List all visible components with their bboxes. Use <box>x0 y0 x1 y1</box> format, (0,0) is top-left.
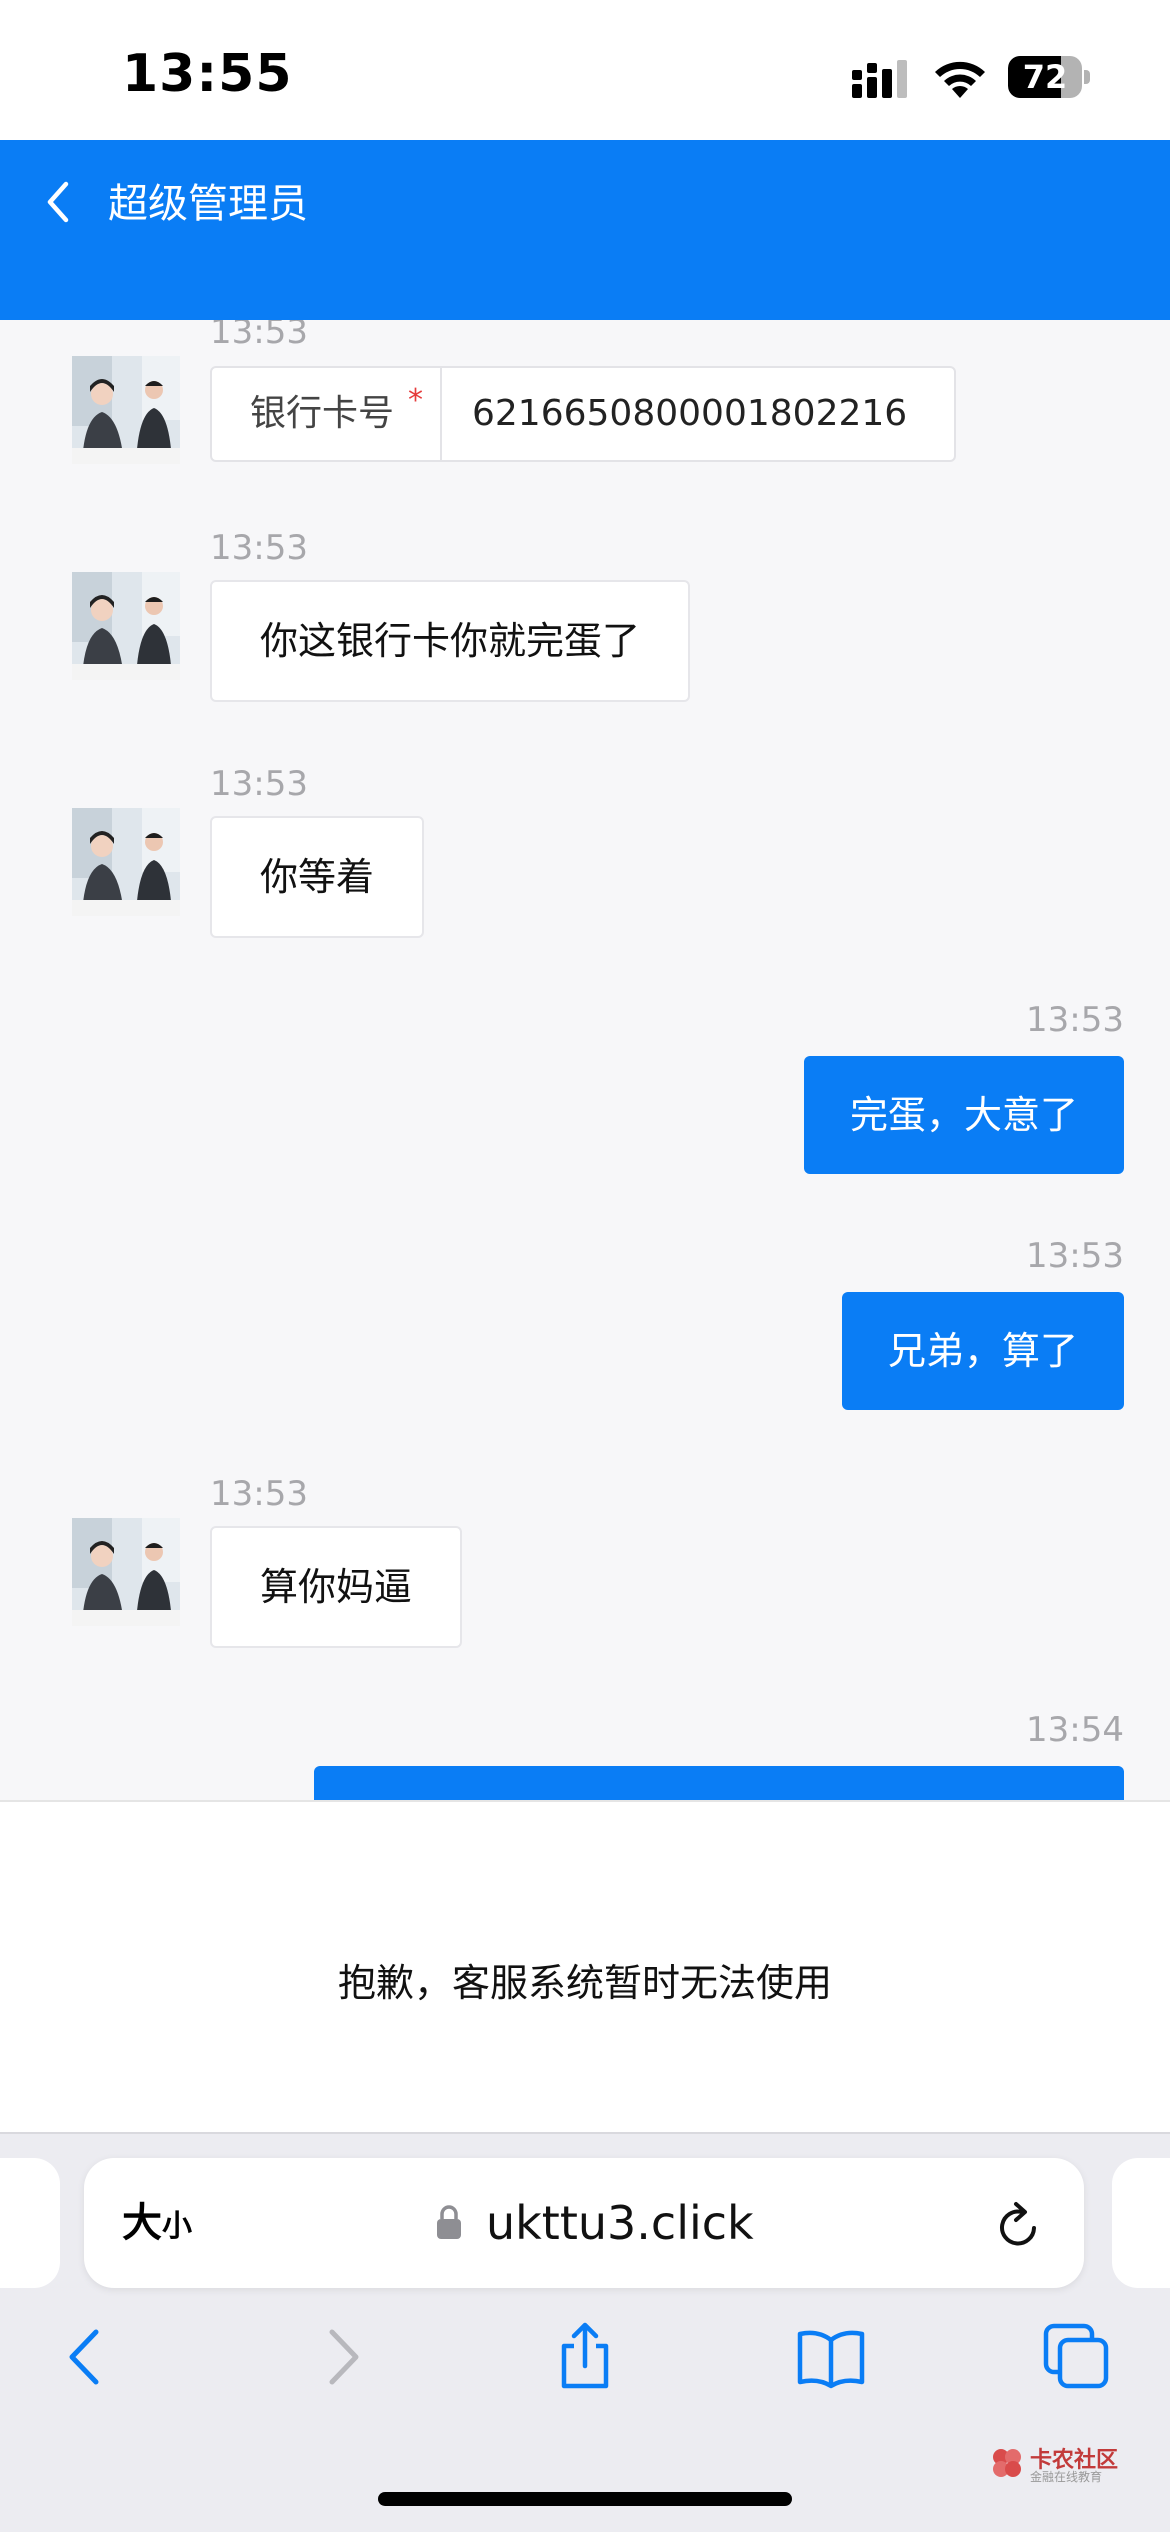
text-size-big: 大 <box>122 2200 162 2246</box>
required-mark: * <box>408 383 423 418</box>
url-text[interactable]: ukttu3.click <box>486 2158 754 2288</box>
back-chevron-icon[interactable] <box>40 174 76 230</box>
message-timestamp: 13:53 <box>210 764 308 804</box>
message-timestamp: 13:53 <box>1026 1236 1124 1276</box>
status-bar: 13:55 72 <box>0 0 1170 140</box>
watermark: 卡农社区 金融在线教育 <box>990 2442 1140 2488</box>
watermark-subtitle: 金融在线教育 <box>1030 2470 1103 2484</box>
browser-back-icon[interactable] <box>52 2322 122 2392</box>
message-timestamp: 13:53 <box>210 1474 308 1514</box>
message-timestamp: 13:53 <box>210 528 308 568</box>
text-size-small: 小 <box>162 2209 192 2244</box>
lock-icon <box>437 2205 461 2239</box>
wifi-icon <box>935 61 985 98</box>
text-size-button[interactable]: 大小 <box>122 2158 192 2288</box>
outgoing-message: 完蛋，大意了 <box>803 1056 1124 1174</box>
incoming-message: 算你妈逼 <box>210 1526 463 1648</box>
outgoing-message: 兄弟，算了 <box>841 1292 1124 1410</box>
outgoing-message-partial <box>314 1766 1124 1800</box>
message-timestamp: 13:54 <box>1026 1710 1124 1750</box>
address-bar[interactable]: 大小 ukttu3.click <box>84 2158 1084 2288</box>
cellular-signal-icon <box>852 60 907 98</box>
agent-avatar <box>72 808 180 916</box>
bank-card-number: 6216650800001802216 <box>472 393 908 434</box>
message-timestamp: 13:53 <box>1026 1000 1124 1040</box>
bookmarks-icon[interactable] <box>796 2322 866 2392</box>
service-unavailable-panel: 抱歉，客服系统暂时无法使用 <box>0 1800 1170 2132</box>
bank-card-form: 银行卡号 * 6216650800001802216 <box>210 366 956 462</box>
reload-icon[interactable] <box>994 2198 1044 2252</box>
previous-tab-preview[interactable] <box>0 2158 60 2288</box>
chat-title: 超级管理员 <box>108 181 308 227</box>
agent-avatar <box>72 1518 180 1626</box>
battery-indicator: 72 <box>1008 56 1090 98</box>
agent-avatar <box>72 572 180 680</box>
battery-percent: 72 <box>1022 58 1068 96</box>
tabs-icon[interactable] <box>1042 2322 1112 2392</box>
status-time: 13:55 <box>122 44 293 104</box>
browser-forward-icon[interactable] <box>306 2322 376 2392</box>
watermark-logo-icon <box>993 2449 1021 2477</box>
home-indicator[interactable] <box>378 2492 792 2506</box>
incoming-message: 你这银行卡你就完蛋了 <box>210 580 691 702</box>
agent-avatar <box>72 356 180 464</box>
next-tab-preview[interactable] <box>1112 2158 1170 2288</box>
message-timestamp: 13:53 <box>210 320 308 352</box>
chat-messages[interactable]: 13:53 银行卡号 * 6216650800001802216 13:53 你… <box>0 320 1170 1800</box>
service-unavailable-text: 抱歉，客服系统暂时无法使用 <box>337 1961 832 2005</box>
share-icon[interactable] <box>550 2322 620 2392</box>
incoming-message: 你等着 <box>210 816 425 938</box>
screen: 13:55 72 超级管理员 13:53 银行卡号 * 621665080000… <box>0 0 1170 2532</box>
